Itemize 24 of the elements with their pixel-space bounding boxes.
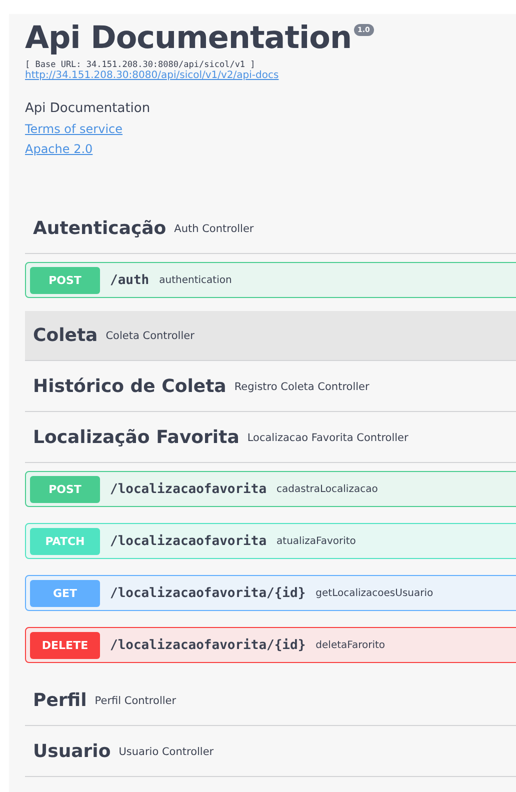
operation-row[interactable]: POST /auth authentication: [25, 262, 516, 298]
operation-row[interactable]: POST /localizacaofavorita cadastraLocalizacao: [25, 471, 516, 507]
method-badge: POST: [30, 476, 100, 502]
operation-summary: getLocalizacoesUsuario: [316, 588, 434, 598]
endpoint-path: /localizacaofavorita: [110, 482, 267, 496]
operation-row[interactable]: GET /localizacaofavorita/{id} getLocalizacoesUsuario: [25, 575, 516, 611]
operation-summary: deletaFarorito: [316, 640, 386, 650]
base-url: [ Base URL: 34.151.208.30:8080/api/sicol/v1 ]: [25, 60, 256, 70]
endpoint-path: /localizacaofavorita/{id}: [110, 638, 306, 652]
method-badge: DELETE: [30, 632, 100, 658]
api-title: Api Documentation: [25, 20, 352, 56]
operation-row[interactable]: DELETE /localizacaofavorita/{id} deletaFarorito: [25, 627, 516, 663]
operation-summary: cadastraLocalizacao: [276, 484, 378, 494]
method-badge: PATCH: [30, 528, 100, 554]
operation-summary: authentication: [159, 274, 232, 286]
endpoint-path: /localizacaofavorita: [110, 534, 267, 548]
tag-header[interactable]: Coleta Coleta Controller: [25, 311, 516, 361]
method-badge: POST: [30, 266, 100, 294]
operation-summary: atualizaFavorito: [276, 536, 356, 546]
endpoint-path: /localizacaofavorita/{id}: [110, 586, 306, 600]
method-badge: GET: [30, 580, 100, 606]
api-description: Api Documentation: [25, 101, 150, 116]
endpoint-path: /auth: [110, 272, 150, 288]
operation-row[interactable]: PATCH /localizacaofavorita atualizaFavorito: [25, 523, 516, 559]
